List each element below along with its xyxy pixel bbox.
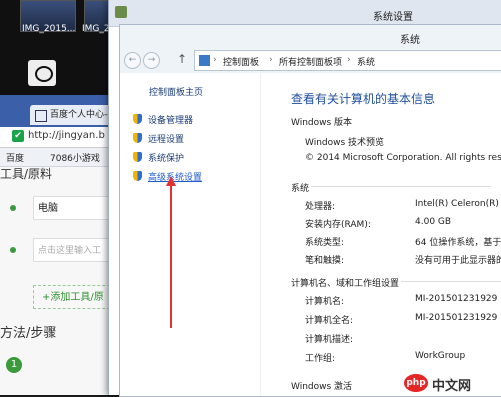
- task-pane: 控制面板主页 设备管理器 远程设置 系统保护 高级系统设置: [120, 73, 260, 396]
- computer-row-label: 工作组:: [305, 354, 336, 364]
- system-row-label: 系统类型:: [305, 238, 345, 248]
- computer-row-value: MI-201501231929: [415, 294, 498, 304]
- breadcrumb-item[interactable]: 控制面板: [223, 55, 259, 68]
- computer-name-heading: 计算机名、域和工作组设置: [291, 279, 400, 289]
- copyright-text: © 2014 Microsoft Corporation. All rights…: [305, 153, 501, 163]
- chevron-right-icon: ›: [347, 55, 351, 65]
- chevron-right-icon: ›: [269, 55, 273, 65]
- task-remote-settings[interactable]: 远程设置: [133, 132, 184, 145]
- breadcrumb[interactable]: › 控制面板 › 所有控制面板项 › 系统: [194, 50, 501, 71]
- desktop-icon-label: IMG_2015...: [22, 24, 76, 34]
- task-label: 系统保护: [148, 154, 185, 164]
- settings-app-icon: [115, 6, 127, 18]
- secure-check-icon: ✔: [12, 130, 24, 142]
- browser-window: 百度个人中心-- ✔ http://jingyan.b 百度 7086小游戏 工…: [0, 95, 120, 395]
- window-content: 控制面板主页 设备管理器 远程设置 系统保护 高级系统设置 查看有关计算机的基本…: [120, 73, 501, 396]
- computer-row-value: MI-201501231929: [415, 313, 498, 323]
- computer-row-label: 计算机描述:: [305, 335, 354, 345]
- bullet-dot: [10, 205, 16, 211]
- task-system-protection[interactable]: 系统保护: [133, 151, 184, 164]
- system-row-value: 4.00 GB: [415, 217, 452, 227]
- system-row-value: 64 位操作系统，基于: [415, 238, 501, 248]
- up-arrow-icon[interactable]: ↑: [177, 52, 187, 66]
- control-panel-icon: [199, 55, 210, 66]
- computer-row-label: 计算机全名:: [305, 316, 354, 326]
- favorite-games[interactable]: 7086小游戏: [50, 151, 100, 164]
- system-row-value: 没有可用于此显示器的: [415, 256, 501, 266]
- system-row-label: 安装内存(RAM):: [305, 220, 371, 230]
- system-window: 系统 ← → ↑ › 控制面板 › 所有控制面板项 › 系统 控制面板主页 设备…: [119, 24, 501, 397]
- divider: [401, 281, 501, 282]
- tool-field[interactable]: 电脑: [33, 196, 120, 220]
- watermark-text: 中文网: [432, 379, 472, 394]
- bullet-dot: [10, 247, 16, 253]
- windows-edition-heading: Windows 版本: [291, 118, 353, 128]
- browser-page: 工具/原料 电脑 点击这里输入工 +添加工具/原 方法/步骤 1: [0, 167, 120, 395]
- watermark: php 中文网: [392, 372, 501, 395]
- breadcrumb-item[interactable]: 系统: [357, 55, 375, 68]
- computer-row-label: 计算机名:: [305, 297, 345, 307]
- forward-arrow-icon[interactable]: →: [143, 52, 160, 69]
- task-device-manager[interactable]: 设备管理器: [133, 113, 193, 126]
- control-panel-home-link[interactable]: 控制面板主页: [149, 85, 203, 98]
- system-row-value: Intel(R) Celeron(R) C: [415, 199, 501, 209]
- breadcrumb-item[interactable]: 所有控制面板项: [279, 55, 342, 68]
- tab-favicon-icon: [35, 110, 47, 122]
- edition-name: Windows 技术预览: [305, 138, 385, 148]
- divider: [311, 186, 491, 187]
- tools-heading: 工具/原料: [0, 167, 53, 181]
- task-label: 远程设置: [148, 135, 185, 145]
- app-icon[interactable]: [28, 60, 56, 86]
- activation-heading: Windows 激活: [291, 382, 353, 392]
- tool-input[interactable]: 点击这里输入工: [33, 238, 120, 262]
- browser-tab-title: 百度个人中心--: [50, 110, 111, 120]
- inner-window-title: 系统: [400, 35, 420, 46]
- computer-row-value: WorkGroup: [415, 351, 466, 361]
- steps-heading: 方法/步骤: [0, 326, 57, 341]
- outer-window-title: 系统设置: [373, 12, 413, 23]
- add-tool-button[interactable]: +添加工具/原: [33, 285, 120, 309]
- chevron-right-icon: ›: [213, 55, 217, 65]
- system-row-label: 笔和触摸:: [305, 256, 345, 266]
- back-arrow-icon[interactable]: ←: [124, 52, 141, 69]
- annotation-arrow: [170, 180, 172, 328]
- shield-icon: [133, 171, 142, 181]
- browser-tabbar: 百度个人中心--: [0, 95, 120, 127]
- browser-address-bar[interactable]: ✔ http://jingyan.b: [0, 127, 120, 148]
- inner-titlebar: 系统: [120, 25, 501, 47]
- favorite-baidu[interactable]: 百度: [6, 151, 24, 164]
- system-heading: 系统: [291, 184, 310, 194]
- navigation-bar: ← → ↑ › 控制面板 › 所有控制面板项 › 系统: [120, 47, 501, 73]
- php-logo-icon: php: [404, 374, 428, 392]
- outer-titlebar: 系统设置: [109, 0, 501, 27]
- step-number: 1: [6, 357, 22, 373]
- page-title: 查看有关计算机的基本信息: [291, 92, 436, 106]
- task-label: 设备管理器: [148, 116, 194, 126]
- system-info-pane: 查看有关计算机的基本信息 Windows 版本 Windows 技术预览 © 2…: [260, 73, 501, 396]
- system-settings-window: 系统设置 系统 ← → ↑ › 控制面板 › 所有控制面板项 › 系统 控制面板…: [108, 0, 501, 397]
- shield-icon: [133, 133, 142, 143]
- system-row-label: 处理器:: [305, 202, 336, 212]
- browser-url[interactable]: http://jingyan.b: [28, 130, 105, 141]
- browser-tab[interactable]: 百度个人中心--: [30, 105, 118, 125]
- shield-icon: [133, 152, 142, 162]
- shield-icon: [133, 114, 142, 124]
